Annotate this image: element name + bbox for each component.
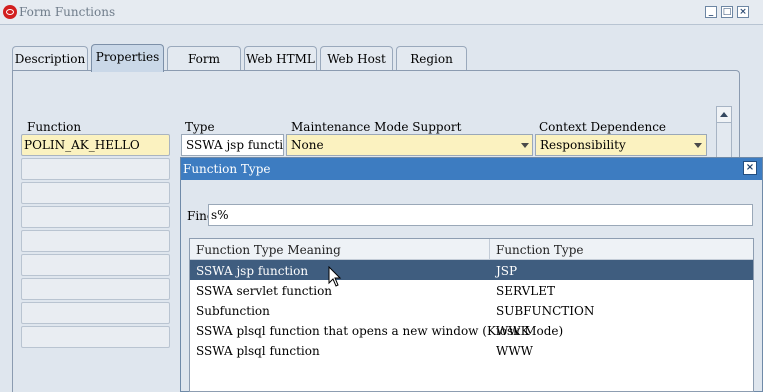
column-divider	[489, 239, 490, 260]
list-item[interactable]: SSWA jsp function JSP	[190, 260, 753, 280]
function-value: POLIN_AK_HELLO	[24, 138, 140, 152]
tab-description[interactable]: Description	[12, 46, 88, 70]
type-column-header: Type	[185, 120, 215, 134]
close-icon[interactable]: ×	[737, 6, 749, 18]
type-column-header-dialog[interactable]: Function Type	[496, 243, 584, 257]
dialog-close-icon[interactable]: ×	[743, 161, 757, 175]
maximize-icon[interactable]: □	[721, 6, 733, 18]
find-input[interactable]: s%	[208, 204, 753, 226]
maintenance-mode-select[interactable]: None	[286, 134, 533, 156]
maintenance-mode-value: None	[291, 138, 324, 152]
function-row-empty[interactable]	[21, 182, 170, 204]
function-row-empty[interactable]	[21, 254, 170, 276]
tab-web-host[interactable]: Web Host	[320, 46, 393, 70]
function-row-empty[interactable]	[21, 278, 170, 300]
meaning-column-header[interactable]: Function Type Meaning	[196, 243, 341, 257]
list-item-type: JSP	[496, 264, 518, 278]
function-row-empty[interactable]	[21, 230, 170, 252]
function-row-empty[interactable]	[21, 302, 170, 324]
list-item-meaning: SSWA jsp function	[196, 264, 309, 278]
mouse-pointer-icon	[328, 266, 342, 287]
tab-form[interactable]: Form	[167, 46, 241, 70]
tab-web-html[interactable]: Web HTML	[244, 46, 317, 70]
chevron-down-icon[interactable]	[521, 143, 529, 148]
list-item-type: WWK	[496, 324, 530, 338]
list-item-meaning: Subfunction	[196, 304, 270, 318]
context-dependence-column-header: Context Dependence	[539, 120, 667, 134]
list-item-type: WWW	[496, 344, 534, 358]
list-item[interactable]: Subfunction SUBFUNCTION	[190, 300, 753, 320]
list-item[interactable]: SSWA plsql function that opens a new win…	[190, 320, 753, 340]
list-item[interactable]: SSWA servlet function SERVLET	[190, 280, 753, 300]
scroll-up-icon[interactable]	[717, 107, 731, 123]
list-item-type: SERVLET	[496, 284, 555, 298]
dialog-title: Function Type	[183, 162, 271, 176]
oracle-logo-icon	[3, 5, 17, 19]
type-field[interactable]: SSWA jsp function	[181, 134, 284, 156]
maintenance-mode-column-header: Maintenance Mode Support	[291, 120, 462, 134]
list-item-meaning: SSWA servlet function	[196, 284, 333, 298]
tab-properties[interactable]: Properties	[91, 44, 164, 72]
function-row-empty[interactable]	[21, 326, 170, 348]
window-title: Form Functions	[19, 5, 116, 19]
list-item[interactable]: SSWA plsql function WWW	[190, 340, 753, 360]
list-item-meaning: SSWA plsql function	[196, 344, 320, 358]
list-item-type: SUBFUNCTION	[496, 304, 595, 318]
context-dependence-value: Responsibility	[540, 138, 626, 152]
context-dependence-select[interactable]: Responsibility	[535, 134, 707, 156]
function-column-header: Function	[27, 120, 82, 134]
function-row-empty[interactable]	[21, 158, 170, 180]
tab-region[interactable]: Region	[396, 46, 467, 70]
minimize-icon[interactable]: _	[705, 6, 717, 18]
function-row-empty[interactable]	[21, 206, 170, 228]
chevron-down-icon[interactable]	[694, 143, 702, 148]
